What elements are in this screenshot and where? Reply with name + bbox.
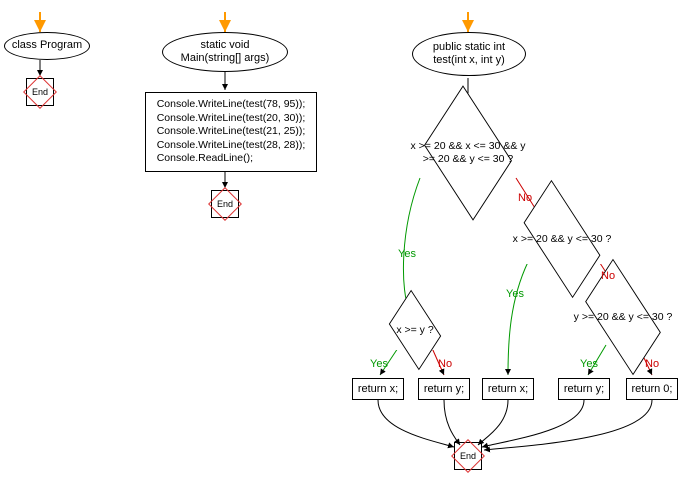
decision-x-in-range: x >= 20 && y <= 30 ? <box>518 214 606 264</box>
return-x-node: return x; <box>482 378 534 400</box>
decision-y-in-range: y >= 20 && y <= 30 ? <box>580 292 666 342</box>
end-label: End <box>211 190 239 218</box>
class-program-node: class Program <box>4 32 90 60</box>
edge-label-yes: Yes <box>398 248 416 260</box>
end-terminator: End <box>454 442 482 470</box>
return-y-node: return y; <box>558 378 610 400</box>
decision-text: x >= 20 && x <= 30 && y >= 20 && y <= 30… <box>406 118 529 188</box>
return-x-node: return x; <box>352 378 404 400</box>
end-terminator: End <box>211 190 239 218</box>
end-terminator: End <box>26 78 54 106</box>
decision-both-in-range: x >= 20 && x <= 30 && y >= 20 && y <= 30… <box>424 118 512 188</box>
edge-label-yes: Yes <box>580 358 598 370</box>
decision-text: y >= 20 && y <= 30 ? <box>563 292 683 342</box>
flowchart-canvas: class Program End static void Main(strin… <box>0 0 694 500</box>
return-0-node: return 0; <box>626 378 678 400</box>
test-signature-node: public static int test(int x, int y) <box>412 32 526 76</box>
return-y-node: return y; <box>418 378 470 400</box>
main-signature-node: static void Main(string[] args) <box>162 32 288 72</box>
end-label: End <box>26 78 54 106</box>
decision-x-ge-y: x >= y ? <box>388 310 442 350</box>
edge-label-no: No <box>518 192 532 204</box>
edge-label-yes: Yes <box>370 358 388 370</box>
end-label: End <box>454 442 482 470</box>
main-body-node: Console.WriteLine(test(78, 95)); Console… <box>145 92 317 172</box>
edge-label-no: No <box>438 358 452 370</box>
edge-label-yes: Yes <box>506 288 524 300</box>
edge-label-no: No <box>645 358 659 370</box>
decision-text: x >= 20 && y <= 30 ? <box>500 214 623 264</box>
decision-text: x >= y ? <box>377 310 453 350</box>
